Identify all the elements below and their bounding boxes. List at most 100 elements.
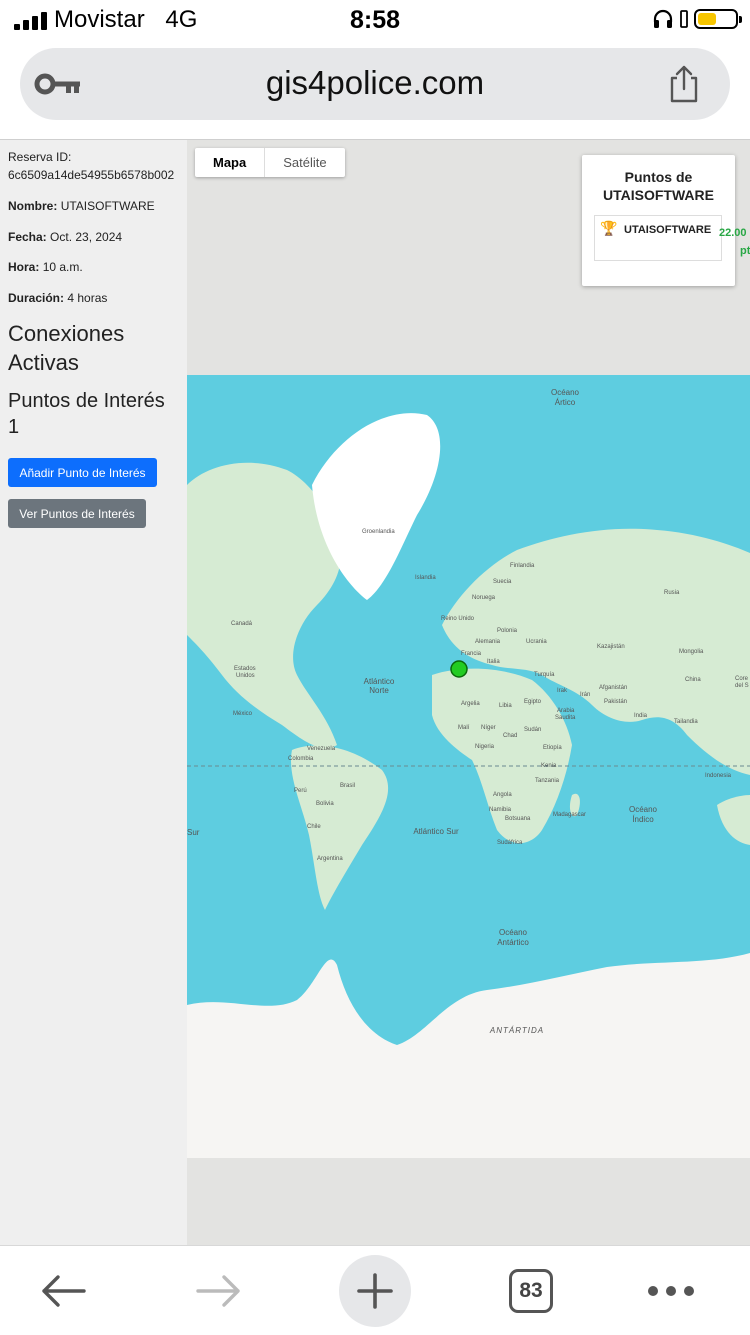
more-icon	[648, 1285, 694, 1296]
label-oceano-artico-1: Océano	[551, 388, 580, 397]
label-rusia: Rusia	[664, 590, 680, 596]
trophy-icon: 🏆	[600, 220, 618, 236]
label-kazajistan: Kazajistán	[597, 644, 625, 650]
fecha-row: Fecha: Oct. 23, 2024	[8, 230, 122, 244]
status-icons	[652, 9, 742, 29]
label-venezuela: Venezuela	[307, 746, 336, 752]
label-namibia: Namibia	[489, 807, 512, 813]
label-mongolia: Mongolia	[679, 649, 704, 655]
label-indonesia: Indonesia	[705, 773, 732, 779]
label-india: India	[634, 713, 648, 719]
url-text[interactable]: gis4police.com	[20, 64, 730, 102]
label-sudafrica: Sudáfrica	[497, 840, 523, 846]
back-button[interactable]	[30, 1246, 96, 1335]
sidebar: Reserva ID: 6c6509a14de54955b6578b002 No…	[0, 140, 187, 1245]
browser-toolbar: 83	[0, 1245, 750, 1335]
label-oceano-indico-1: Océano	[629, 805, 658, 814]
orientation-lock-icon	[680, 10, 688, 28]
view-poi-button[interactable]: Ver Puntos de Interés	[8, 499, 146, 528]
add-poi-button[interactable]: Añadir Punto de Interés	[8, 458, 157, 487]
nombre-label: Nombre:	[8, 199, 58, 213]
label-estados-unidos-2: Unidos	[236, 673, 255, 679]
map-type-toggle[interactable]: Mapa Satélite	[195, 148, 345, 177]
map[interactable]: Océano Ártico Groenlandia Islandia Finla…	[187, 140, 750, 1245]
label-bolivia: Bolivia	[316, 801, 334, 807]
label-iran: Irán	[580, 692, 590, 698]
label-atlantico-sur: Atlántico Sur	[413, 827, 459, 836]
address-bar[interactable]: gis4police.com	[20, 48, 730, 120]
scoreboard-title-line1: Puntos de	[624, 169, 693, 185]
label-peru: Perú	[294, 788, 307, 794]
tabs-button[interactable]: 83	[506, 1246, 556, 1335]
more-button[interactable]	[645, 1246, 697, 1335]
label-polonia: Polonia	[497, 628, 518, 634]
reserva-id: 6c6509a14de54955b6578b002	[8, 168, 175, 182]
battery-icon	[694, 9, 742, 29]
label-reino-unido: Reino Unido	[441, 616, 475, 622]
nombre-row: Nombre: UTAISOFTWARE	[8, 199, 155, 213]
fecha-value: Oct. 23, 2024	[50, 230, 123, 244]
scoreboard-title-line2: UTAISOFTWARE	[603, 187, 714, 203]
label-argentina: Argentina	[317, 856, 343, 862]
clock: 8:58	[349, 6, 401, 34]
world-map[interactable]: Océano Ártico Groenlandia Islandia Finla…	[187, 375, 750, 1158]
label-brasil: Brasil	[340, 783, 355, 789]
scoreboard-row: 🏆 UTAISOFTWARE 22.00 pts	[594, 215, 750, 261]
share-icon[interactable]	[666, 64, 702, 104]
tab-count: 83	[509, 1268, 553, 1313]
map-type-mapa[interactable]: Mapa	[195, 148, 266, 177]
label-tailandia: Tailandia	[674, 719, 698, 725]
label-pakistan: Pakistán	[604, 699, 627, 705]
label-etiopia: Etiopía	[543, 745, 562, 751]
label-canada: Canadá	[231, 621, 253, 627]
duracion-row: Duración: 4 horas	[8, 291, 107, 305]
back-arrow-icon	[42, 1274, 86, 1307]
label-turquia: Turquía	[534, 672, 555, 678]
label-afganistan: Afganistán	[599, 685, 627, 691]
label-finlandia: Finlandia	[510, 563, 535, 569]
label-madagascar: Madagascar	[553, 812, 586, 818]
puntos-count: 1	[8, 416, 20, 438]
label-atlantico-norte-2: Norte	[369, 686, 389, 695]
label-corea-1: Core	[735, 676, 749, 682]
fecha-label: Fecha:	[8, 230, 47, 244]
map-type-satelite[interactable]: Satélite	[265, 148, 344, 177]
label-groenlandia: Groenlandia	[362, 529, 395, 535]
label-noruega: Noruega	[472, 595, 496, 601]
label-italia: Italia	[487, 659, 500, 665]
poi-marker[interactable]	[450, 660, 468, 678]
label-mexico: México	[233, 711, 253, 717]
label-china: China	[685, 677, 701, 683]
label-arabia-1: Arabia	[557, 708, 575, 714]
conexiones-heading: Conexiones Activas	[8, 321, 125, 375]
reserva-label: Reserva ID:	[8, 150, 72, 164]
label-chile: Chile	[307, 824, 321, 830]
puntos-heading: Puntos de Interés	[8, 390, 165, 412]
scoreboard-player: UTAISOFTWARE	[624, 224, 712, 236]
label-botsuana: Botsuana	[505, 816, 531, 822]
label-oceano-antartico-1: Océano	[499, 928, 528, 937]
hora-row: Hora: 10 a.m.	[8, 260, 83, 274]
hora-label: Hora:	[8, 260, 40, 274]
new-tab-button[interactable]	[339, 1246, 411, 1335]
label-oceano-artico-2: Ártico	[555, 398, 576, 407]
label-sudan: Sudán	[524, 727, 541, 733]
label-irak: Irak	[557, 688, 568, 694]
headphones-icon	[653, 9, 673, 28]
label-kenia: Kenia	[541, 763, 557, 769]
scoreboard-title: Puntos de UTAISOFTWARE	[582, 168, 735, 204]
label-egipto: Egipto	[524, 699, 542, 705]
label-argelia: Argelia	[461, 701, 480, 707]
label-estados-unidos-1: Estados	[234, 666, 256, 672]
label-nigeria: Nigeria	[475, 744, 495, 750]
forward-button[interactable]	[186, 1246, 252, 1335]
status-bar: Movistar 4G 8:58	[0, 0, 750, 44]
label-francia: Francia	[461, 651, 482, 657]
label-angola: Angola	[493, 792, 512, 798]
label-corea-2: del S	[735, 683, 749, 689]
plus-icon	[357, 1272, 393, 1309]
label-arabia-2: Saudita	[555, 715, 576, 721]
label-libia: Libia	[499, 703, 512, 709]
label-sur: Sur	[187, 828, 200, 837]
label-tanzania: Tanzania	[535, 778, 560, 784]
